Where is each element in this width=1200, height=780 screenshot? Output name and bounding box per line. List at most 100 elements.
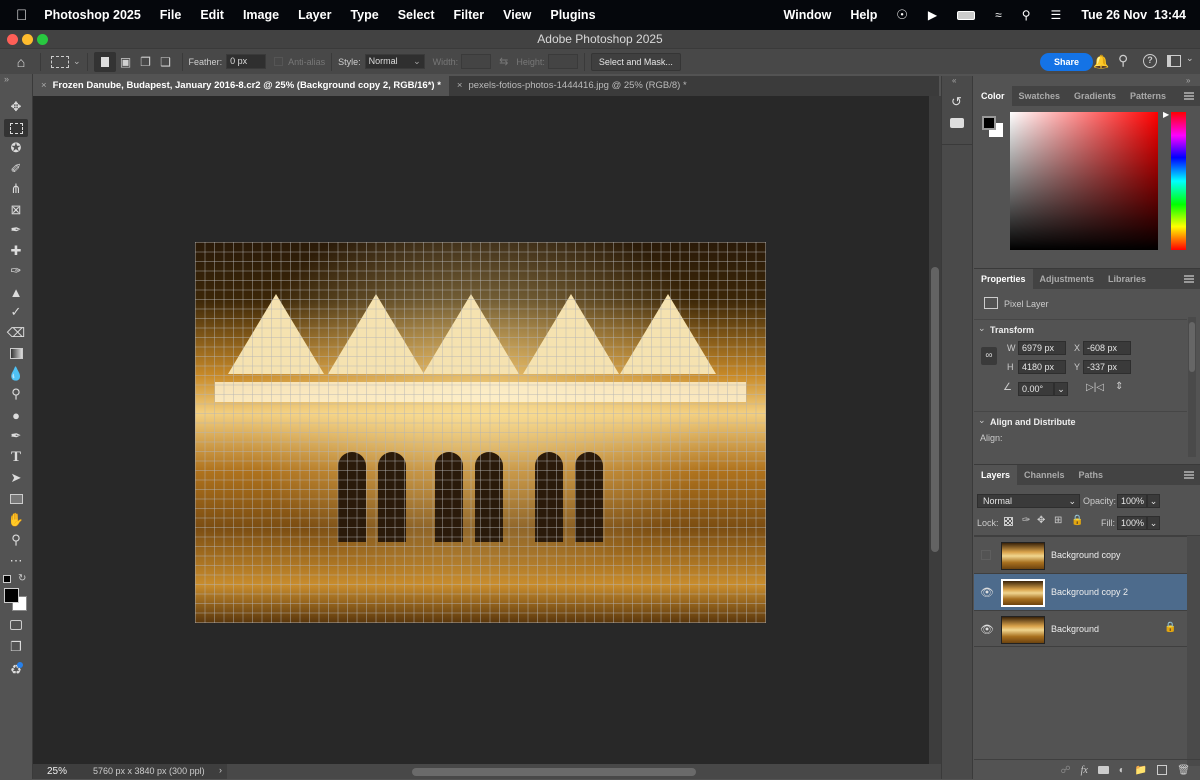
tab-gradients[interactable]: Gradients (1067, 86, 1123, 106)
style-select[interactable]: Normal ⌄ (364, 54, 425, 69)
link-dimensions-icon[interactable]: ∞ (981, 347, 997, 365)
lock-artboard-icon[interactable]: ⊞ (1054, 515, 1062, 526)
workspace-chevron-icon[interactable]: ⌄ (1186, 53, 1194, 64)
tab-adjustments[interactable]: Adjustments (1033, 269, 1102, 289)
add-to-selection-icon[interactable]: ▣ (116, 55, 136, 69)
document-tab[interactable]: × pexels-fotios-photos-1444416.jpg @ 25% … (449, 76, 695, 96)
document-info[interactable]: 5760 px x 3840 px (300 ppl) (81, 764, 227, 779)
tab-patterns[interactable]: Patterns (1123, 86, 1173, 106)
collapse-toolbar-icon[interactable]: » (4, 74, 9, 84)
spotlight-search-icon[interactable]: ⚲ (1022, 8, 1031, 22)
swap-colors-icon[interactable]: ↻ (18, 573, 26, 584)
move-tool-icon[interactable]: ✥ (4, 98, 28, 116)
document-image[interactable] (195, 242, 766, 623)
tab-properties[interactable]: Properties (974, 269, 1033, 289)
link-layers-icon[interactable]: ☍ (1060, 765, 1070, 776)
angle-field[interactable]: 0.00° (1018, 382, 1054, 396)
quick-mask-icon[interactable] (4, 616, 28, 634)
menu-layer[interactable]: Layer (298, 8, 331, 22)
pen-tool-icon[interactable]: ✒ (4, 427, 28, 445)
select-and-mask-button[interactable]: Select and Mask... (590, 52, 681, 71)
comments-icon[interactable] (950, 118, 964, 128)
layer-row[interactable]: Background copy (974, 536, 1187, 573)
menu-type[interactable]: Type (350, 8, 378, 22)
apple-icon[interactable]:  (16, 7, 27, 24)
width-field[interactable]: 6979 px (1018, 341, 1066, 355)
swap-width-height-icon[interactable]: ⇆ (499, 55, 508, 68)
menu-plugins[interactable]: Plugins (550, 8, 595, 22)
opacity-dropdown-icon[interactable]: ⌄ (1147, 494, 1160, 508)
hue-slider[interactable] (1171, 112, 1186, 250)
quick-selection-tool-icon[interactable]: ✐ (4, 160, 28, 178)
type-tool-icon[interactable]: T (4, 448, 28, 466)
history-brush-tool-icon[interactable]: ✓ (4, 303, 28, 321)
trash-icon[interactable]: 🗑 (1177, 765, 1190, 776)
transform-section-header[interactable]: Transform (990, 325, 1034, 335)
default-colors-icon[interactable] (3, 575, 11, 583)
rectangle-tool-icon[interactable] (4, 490, 28, 508)
search-icon[interactable]: ⚲ (1118, 52, 1128, 69)
layer-name[interactable]: Background (1051, 624, 1099, 634)
eye-icon[interactable]: 👁 (980, 586, 994, 599)
fx-icon[interactable]: fx (1081, 765, 1088, 776)
panel-menu-icon[interactable] (1184, 471, 1194, 479)
battery-icon[interactable] (957, 10, 976, 20)
menu-app-name[interactable]: Photoshop 2025 (44, 8, 141, 22)
adjustment-layer-icon[interactable]: ◐ (1119, 765, 1125, 776)
tab-swatches[interactable]: Swatches (1012, 86, 1068, 106)
menu-help[interactable]: Help (850, 8, 877, 22)
brush-tool-icon[interactable]: ✑ (4, 262, 28, 280)
rectangular-marquee-tool-icon[interactable] (4, 119, 28, 137)
x-field[interactable]: -608 px (1083, 341, 1131, 355)
height-field[interactable]: 4180 px (1018, 360, 1066, 374)
width-input[interactable] (461, 54, 492, 69)
flip-vertical-icon[interactable]: ⇕ (1115, 381, 1123, 392)
bell-icon[interactable]: 🔔 (1093, 54, 1109, 70)
dodge-tool-icon[interactable]: ⚲ (4, 385, 28, 403)
collapse-dock-icon[interactable]: « (952, 76, 956, 85)
blend-mode-select[interactable]: Normal ⌄ (977, 494, 1080, 508)
share-button[interactable]: Share (1040, 53, 1094, 71)
wifi-icon[interactable]: ≈ (995, 8, 1002, 22)
frame-tool-icon[interactable]: ⊠ (4, 201, 28, 219)
menu-window[interactable]: Window (784, 8, 832, 22)
close-tab-icon[interactable]: × (41, 80, 47, 91)
menu-filter[interactable]: Filter (454, 8, 485, 22)
panel-menu-icon[interactable] (1184, 92, 1194, 100)
history-icon[interactable]: ↺ (951, 94, 962, 110)
layer-name[interactable]: Background copy (1051, 550, 1121, 560)
menu-select[interactable]: Select (398, 8, 435, 22)
group-folder-icon[interactable]: 📁 (1135, 765, 1147, 776)
eye-icon[interactable]: 👁 (980, 623, 994, 636)
clone-stamp-tool-icon[interactable]: ▲ (4, 283, 28, 301)
tab-libraries[interactable]: Libraries (1101, 269, 1153, 289)
object-selection-tool-icon[interactable]: ✪ (4, 139, 28, 157)
zoom-level-field[interactable]: 25% (33, 764, 81, 779)
control-center-icon[interactable]: ☰ (1051, 8, 1062, 22)
minimize-window-button[interactable] (22, 34, 33, 45)
foreground-color-swatch[interactable] (4, 588, 19, 603)
align-chevron-icon[interactable]: ⌄ (978, 415, 986, 426)
menu-image[interactable]: Image (243, 8, 279, 22)
angle-dropdown-icon[interactable]: ⌄ (1054, 382, 1068, 396)
hue-slider-marker[interactable]: ▶ (1163, 110, 1169, 119)
home-icon[interactable]: ⌂ (8, 54, 34, 70)
help-icon[interactable]: ? (1143, 54, 1157, 68)
eyedropper-tool-icon[interactable]: ✒ (4, 221, 28, 239)
properties-scrollbar[interactable] (1188, 317, 1196, 457)
layer-name[interactable]: Background copy 2 (1051, 587, 1128, 597)
blur-tool-icon[interactable]: 💧 (4, 365, 28, 383)
foreground-color-chip[interactable] (982, 116, 996, 130)
lock-position-icon[interactable]: ✥ (1037, 515, 1045, 526)
tab-paths[interactable]: Paths (1072, 465, 1111, 485)
close-tab-icon[interactable]: × (457, 80, 463, 91)
horizontal-scroll-thumb[interactable] (412, 768, 696, 776)
tool-preset-marquee-icon[interactable] (51, 55, 69, 68)
align-distribute-header[interactable]: Align and Distribute (990, 417, 1076, 427)
expand-panels-icon[interactable]: » (1186, 76, 1190, 85)
play-icon[interactable]: ▶ (928, 8, 937, 22)
layer-row-selected[interactable]: 👁 Background copy 2 (974, 573, 1187, 610)
workspace-icon[interactable] (1167, 55, 1181, 67)
menu-edit[interactable]: Edit (200, 8, 224, 22)
screen-mode-icon[interactable]: ❐ (4, 638, 28, 656)
